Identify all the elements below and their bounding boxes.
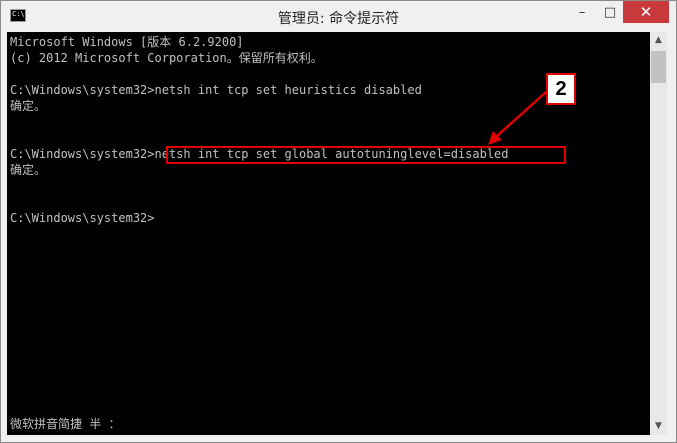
close-button[interactable]: ✕	[623, 1, 669, 23]
title-bar[interactable]: C:\ 管理员: 命令提示符 – □ ✕	[1, 1, 676, 33]
console-prompt-line: C:\Windows\system32>	[10, 211, 155, 225]
console-line: C:\Windows\system32>netsh int tcp set he…	[10, 83, 422, 97]
ime-status-text: 微软拼音简捷 半 ：	[10, 417, 121, 431]
console-line: Microsoft Windows [版本 6.2.9200]	[10, 35, 244, 49]
vertical-scrollbar[interactable]: ▲ ▼	[650, 32, 667, 435]
scrollbar-thumb[interactable]	[651, 51, 666, 83]
console-line: 确定。	[10, 99, 47, 113]
console-line: (c) 2012 Microsoft Corporation。保留所有权利。	[10, 51, 323, 65]
scroll-down-arrow-icon[interactable]: ▼	[650, 418, 667, 435]
callout-number-badge: 2	[546, 73, 576, 105]
maximize-button[interactable]: □	[598, 1, 622, 23]
scroll-up-arrow-icon[interactable]: ▲	[650, 32, 667, 49]
command-highlight-box	[166, 146, 566, 164]
minimize-button[interactable]: –	[567, 1, 597, 23]
console-line: 确定。	[10, 163, 47, 177]
